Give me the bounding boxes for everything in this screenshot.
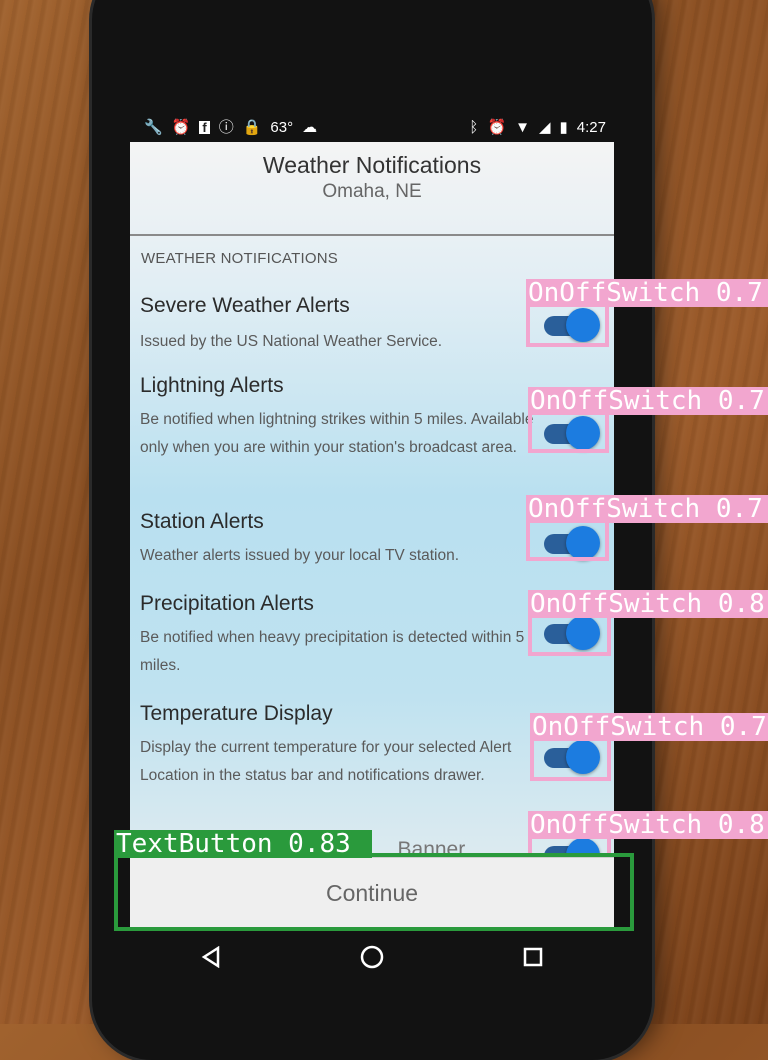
setting-description: Be notified when heavy precipitation is …: [140, 629, 525, 674]
back-button[interactable]: [191, 937, 231, 977]
home-circle-icon: [360, 945, 384, 969]
setting-description: Display the current temperature for your…: [140, 739, 512, 784]
button-annotation-box: [114, 853, 634, 931]
facebook-icon: f: [199, 120, 210, 134]
setting-description: Issued by the US National Weather Servic…: [140, 333, 443, 350]
alarm-icon: ⏰: [487, 118, 507, 136]
screen-header: Weather Notifications Omaha, NE: [130, 142, 614, 236]
recents-button[interactable]: [513, 937, 553, 977]
switch-annotation-box: [526, 519, 609, 561]
wrench-icon: 🔧: [144, 118, 163, 136]
location-subtitle: Omaha, NE: [322, 181, 422, 202]
bluetooth-icon: ᛒ: [469, 118, 479, 136]
setting-description: Weather alerts issued by your local TV s…: [140, 547, 460, 564]
info-icon: ⓘ: [218, 118, 234, 136]
weather-app-icon: ☁: [302, 118, 318, 136]
setting-description: Be notified when lightning strikes withi…: [140, 411, 534, 456]
back-triangle-icon: [201, 946, 219, 968]
section-title: WEATHER NOTIFICATIONS: [141, 250, 338, 267]
temperature-text: 63°: [270, 118, 294, 136]
signal-icon: ◢: [538, 118, 551, 136]
home-button[interactable]: [352, 937, 392, 977]
switch-annotation-box: [530, 737, 611, 781]
recents-square-icon: [524, 947, 543, 967]
switch-annotation-box: [528, 614, 611, 656]
clock-time: 4:27: [576, 118, 606, 136]
page-title: Weather Notifications: [262, 152, 482, 178]
android-nav-bar: [130, 930, 614, 984]
battery-icon: ▮: [559, 118, 568, 136]
alarm-icon: ⏰: [171, 118, 191, 136]
wifi-icon: ▼: [515, 118, 530, 136]
lock-icon: 🔒: [242, 118, 262, 136]
switch-annotation-box: [528, 411, 609, 453]
switch-annotation-box: [526, 303, 609, 347]
status-bar: 🔧 ⏰ f ⓘ 🔒 63° ☁ ᛒ ⏰ ▼ ◢ ▮ 4:27: [130, 112, 614, 142]
